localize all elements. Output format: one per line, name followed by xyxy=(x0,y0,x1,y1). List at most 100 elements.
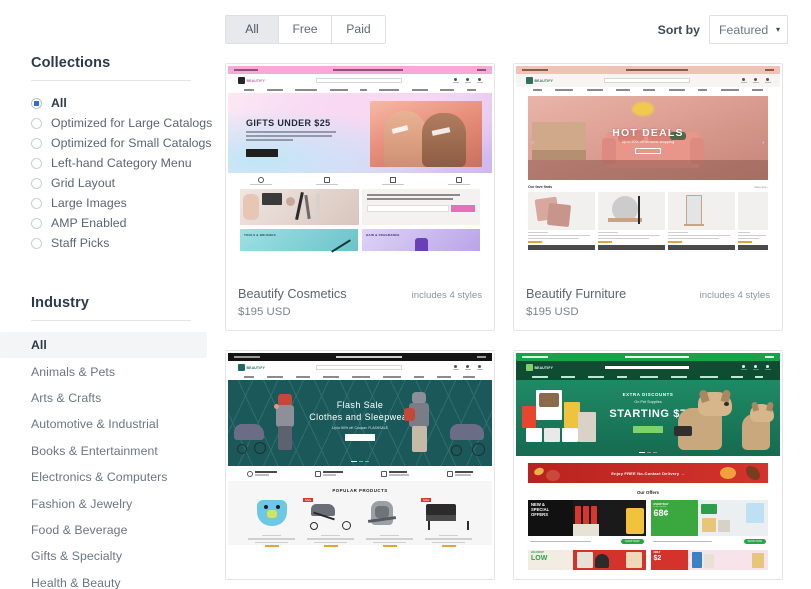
collection-option-label: Large Images xyxy=(51,196,127,210)
collection-option-amp-enabled[interactable]: AMP Enabled xyxy=(0,213,222,233)
radio-icon[interactable] xyxy=(31,197,42,209)
preview-hero: HOT DEALS Up to 50% off on home shopping… xyxy=(528,96,768,180)
theme-preview-pets: BEAUTIFY EXTRA DISCOUNTS On Pet Supplies… xyxy=(516,353,780,579)
sort-select[interactable]: Featured ▾ xyxy=(709,15,788,44)
preview-popular-products: POPULAR PRODUCTS SALE SALE xyxy=(228,481,492,547)
preview-logo: BEAUTIFY xyxy=(238,77,265,84)
industry-list[interactable]: All Animals & Pets Arts & Crafts Automot… xyxy=(0,332,222,589)
theme-grid: BEAUTIFY GIFTS UNDER $25 TOOLS & BRUSHES… xyxy=(225,63,790,580)
industry-item-health-beauty[interactable]: Health & Beauty xyxy=(0,570,222,589)
industry-divider xyxy=(31,320,191,321)
theme-thumbnail[interactable]: BEAUTIFY xyxy=(226,351,494,579)
collection-option-label: Optimized for Small Catalogs xyxy=(51,136,212,150)
preview-product-row xyxy=(516,192,780,251)
collection-option-label: All xyxy=(51,96,67,110)
radio-icon[interactable] xyxy=(31,137,42,149)
preview-promo-row xyxy=(228,189,492,225)
theme-title: Beautify Furniture xyxy=(526,287,627,301)
theme-card[interactable]: BEAUTIFY xyxy=(225,350,495,580)
sort-selected-value: Featured xyxy=(719,22,769,37)
preview-logo: BEAUTIFY xyxy=(238,364,265,371)
theme-price: $195 USD xyxy=(238,306,291,318)
industry-item-all[interactable]: All xyxy=(0,332,207,359)
preview-logo: BEAUTIFY xyxy=(526,364,553,371)
preview-hero: Flash Sale Clothes and Sleepwear Up to 5… xyxy=(228,380,492,466)
theme-card[interactable]: BEAUTIFY xyxy=(513,350,783,580)
collection-option-label: Optimized for Large Catalogs xyxy=(51,116,213,130)
industry-item-food-beverage[interactable]: Food & Beverage xyxy=(0,517,222,543)
preview-delivery-banner: Enjoy FREE No-Contact Delivery → xyxy=(516,456,780,483)
collection-option-optimized-small[interactable]: Optimized for Small Catalogs xyxy=(0,133,222,153)
preview-search-input xyxy=(316,77,403,84)
preview-benefits-strip xyxy=(228,173,492,189)
radio-icon[interactable] xyxy=(31,177,42,189)
preview-logo: BEAUTIFY xyxy=(526,77,553,84)
preview-announcement-bar xyxy=(516,353,780,361)
tab-free[interactable]: Free xyxy=(279,16,332,43)
preview-offer-tiles-2: BIG DROP LOW ONLY $2 xyxy=(516,544,780,570)
preview-announcement-bar xyxy=(228,66,492,74)
preview-hero: EXTRA DISCOUNTS On Pet Supplies STARTING… xyxy=(516,380,780,456)
industry-item-arts-crafts[interactable]: Arts & Crafts xyxy=(0,385,222,411)
radio-icon[interactable] xyxy=(31,157,42,169)
preview-navbar: BEAUTIFY xyxy=(228,74,492,87)
collection-option-staff-picks[interactable]: Staff Picks xyxy=(0,233,222,253)
industry-title: Industry xyxy=(31,295,89,311)
industry-item-books-entertainment[interactable]: Books & Entertainment xyxy=(0,438,222,464)
radio-icon[interactable] xyxy=(31,237,42,249)
radio-icon[interactable] xyxy=(31,97,42,109)
collections-divider xyxy=(31,80,191,81)
collection-option-label: Left-hand Category Menu xyxy=(51,156,192,170)
preview-announcement-bar xyxy=(516,66,780,74)
chevron-down-icon: ▾ xyxy=(775,24,780,34)
theme-title: Beautify Cosmetics xyxy=(238,287,347,301)
theme-card-meta: Beautify Cosmetics includes 4 styles $19… xyxy=(226,276,494,330)
preview-offer-tiles: NEW & SPECIAL OFFERS SHOP NOW EVERYDAY L… xyxy=(516,500,780,544)
preview-navbar: BEAUTIFY xyxy=(516,361,780,374)
theme-styles-note: includes 4 styles xyxy=(699,290,770,301)
preview-menu xyxy=(516,87,780,93)
facet-spacer xyxy=(0,253,222,295)
industry-facet: Industry All Animals & Pets Arts & Craft… xyxy=(0,295,222,589)
collection-option-all[interactable]: All xyxy=(0,93,222,113)
preview-benefits-strip xyxy=(228,466,492,481)
theme-marketplace-page: Collections All Optimized for Large Cata… xyxy=(0,0,811,589)
radio-icon[interactable] xyxy=(31,217,42,229)
price-filter-tabs[interactable]: All Free Paid xyxy=(225,15,386,44)
preview-offers-title: Our Offers xyxy=(637,490,659,495)
preview-navbar: BEAUTIFY xyxy=(516,74,780,87)
preview-category-tiles: TOOLS & BRUSHES HAIR & FRAGRANCE xyxy=(228,225,492,253)
collections-radio-group[interactable]: All Optimized for Large Catalogs Optimiz… xyxy=(0,93,222,253)
industry-item-automotive-industrial[interactable]: Automotive & Industrial xyxy=(0,411,222,437)
collection-option-large-images[interactable]: Large Images xyxy=(0,193,222,213)
industry-item-gifts-specialty[interactable]: Gifts & Specialty xyxy=(0,543,222,569)
theme-preview-baby: BEAUTIFY Flash Sale Clothes and Sleepwea… xyxy=(228,353,492,579)
collection-option-optimized-large[interactable]: Optimized for Large Catalogs xyxy=(0,113,222,133)
theme-thumbnail[interactable]: BEAUTIFY xyxy=(514,351,782,579)
theme-styles-note: includes 4 styles xyxy=(411,290,482,301)
collection-option-label: Staff Picks xyxy=(51,236,110,250)
sort-control: Sort by Featured ▾ xyxy=(658,15,788,44)
sort-by-label: Sort by xyxy=(657,22,700,37)
collection-option-label: AMP Enabled xyxy=(51,216,127,230)
collection-option-grid-layout[interactable]: Grid Layout xyxy=(0,173,222,193)
theme-price: $195 USD xyxy=(526,306,579,318)
theme-card[interactable]: BEAUTIFY xyxy=(513,63,783,331)
filters-sidebar: Collections All Optimized for Large Cata… xyxy=(0,0,222,589)
tab-paid[interactable]: Paid xyxy=(332,16,385,43)
collection-option-left-hand-menu[interactable]: Left-hand Category Menu xyxy=(0,153,222,173)
radio-icon[interactable] xyxy=(31,117,42,129)
industry-item-animals-pets[interactable]: Animals & Pets xyxy=(0,358,222,384)
collections-title: Collections xyxy=(31,55,111,71)
industry-item-fashion-jewelry[interactable]: Fashion & Jewelry xyxy=(0,490,222,516)
industry-item-electronics-computers[interactable]: Electronics & Computers xyxy=(0,464,222,490)
theme-card[interactable]: BEAUTIFY xyxy=(225,63,495,331)
theme-preview-furniture: BEAUTIFY HOT DEALS Up to 50% off on home… xyxy=(516,66,780,276)
theme-thumbnail[interactable]: BEAUTIFY xyxy=(226,64,494,276)
preview-section-header: Our fave finds View more › xyxy=(528,185,768,189)
preview-announcement-bar xyxy=(228,353,492,361)
preview-hero: GIFTS UNDER $25 xyxy=(228,93,492,173)
tab-all[interactable]: All xyxy=(226,16,279,43)
theme-thumbnail[interactable]: BEAUTIFY xyxy=(514,64,782,276)
theme-card-meta: Beautify Furniture includes 4 styles $19… xyxy=(514,276,782,330)
